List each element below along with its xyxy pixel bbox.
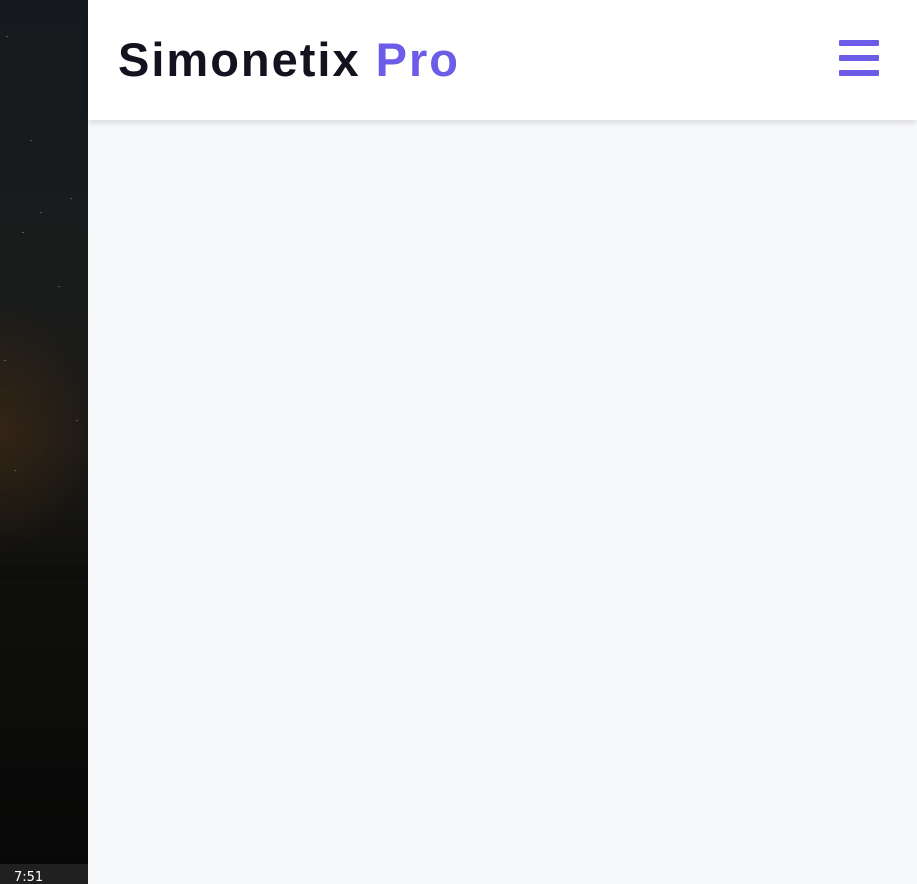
taskbar: 7:51 (0, 864, 88, 884)
brand-logo[interactable]: Simonetix Pro (118, 32, 460, 88)
desktop-wallpaper: 7:51 (0, 0, 88, 884)
main-content-area (88, 120, 917, 884)
app-window: Simonetix Pro (88, 0, 917, 884)
taskbar-clock[interactable]: 7:51 (14, 870, 43, 884)
horizon-silhouette (0, 560, 88, 580)
hamburger-menu-button[interactable] (838, 40, 880, 78)
brand-accent: Pro (375, 33, 461, 86)
top-navbar: Simonetix Pro (88, 0, 917, 120)
brand-name: Simonetix (118, 33, 361, 86)
